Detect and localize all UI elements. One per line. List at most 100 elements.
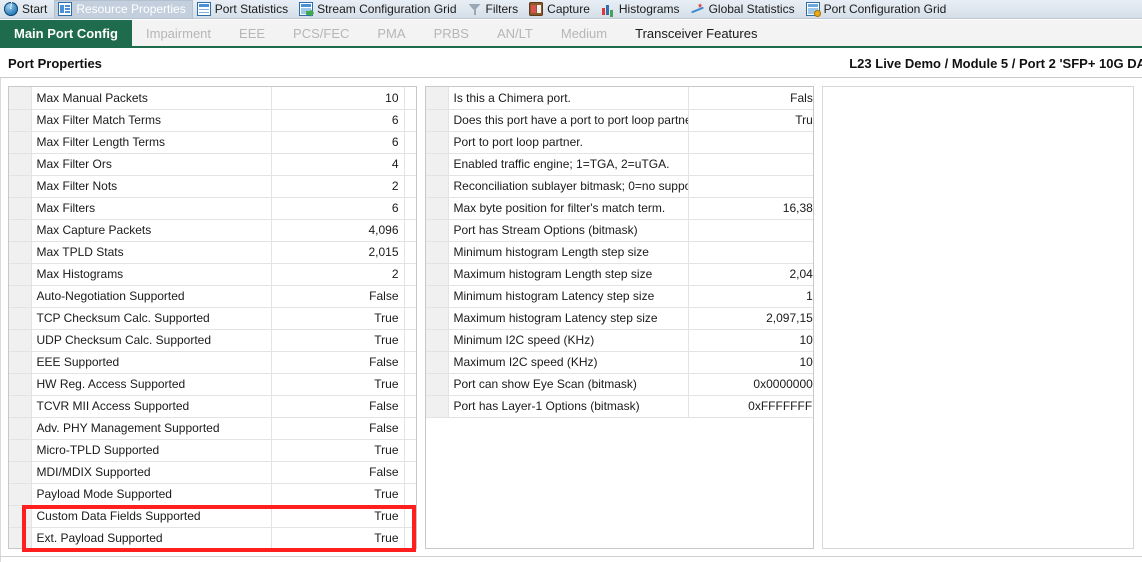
table-row[interactable]: Maximum I2C speed (KHz)100 xyxy=(426,351,813,374)
property-value-cell[interactable]: True xyxy=(271,483,405,506)
toolbar-item-stream-configuration-grid[interactable]: Stream Configuration Grid xyxy=(295,0,463,19)
property-value-cell[interactable]: True xyxy=(271,307,405,330)
row-selector-cell[interactable] xyxy=(9,307,32,330)
property-value-cell[interactable]: 3 xyxy=(688,131,813,154)
table-row[interactable]: Max Filter Ors 4 xyxy=(9,153,416,176)
table-row[interactable]: TCVR MII Access Supported False xyxy=(9,395,416,418)
table-row[interactable]: Micro-TPLD Supported True xyxy=(9,439,416,462)
table-row[interactable]: Custom Data Fields Supported True xyxy=(9,505,416,528)
property-value-cell[interactable]: 6 xyxy=(271,109,405,132)
row-selector-cell[interactable] xyxy=(426,263,449,286)
table-row[interactable]: Max Manual Packets 10 xyxy=(9,87,416,110)
table-row[interactable]: UDP Checksum Calc. Supported True xyxy=(9,329,416,352)
port-properties-grid-empty[interactable] xyxy=(822,86,1134,549)
table-row[interactable]: Maximum histogram Length step size2,048 xyxy=(426,263,813,286)
row-selector-cell[interactable] xyxy=(9,153,32,176)
property-value-cell[interactable]: 2 xyxy=(271,263,405,286)
table-row[interactable]: Max Filter Length Terms 6 xyxy=(9,131,416,154)
table-row[interactable]: Max Filter Match Terms 6 xyxy=(9,109,416,132)
toolbar-item-capture[interactable]: Capture xyxy=(525,0,597,19)
table-row[interactable]: Reconciliation sublayer bitmask; 0=no su… xyxy=(426,175,813,198)
property-value-cell[interactable]: 16,384 xyxy=(688,197,813,220)
row-selector-cell[interactable] xyxy=(9,351,32,374)
property-value-cell[interactable]: 100 xyxy=(688,351,813,374)
property-value-cell[interactable]: False xyxy=(271,285,405,308)
table-row[interactable]: TCP Checksum Calc. Supported True xyxy=(9,307,416,330)
row-selector-cell[interactable] xyxy=(9,109,32,132)
property-value-cell[interactable]: 2,015 xyxy=(271,241,405,264)
property-value-cell[interactable]: False xyxy=(271,461,405,484)
table-row[interactable]: Max TPLD Stats 2,015 xyxy=(9,241,416,264)
toolbar-item-resource-properties[interactable]: Resource Properties xyxy=(54,0,193,19)
property-value-cell[interactable]: 2 xyxy=(271,175,405,198)
table-row[interactable]: Max Filter Nots 2 xyxy=(9,175,416,198)
table-row[interactable]: Auto-Negotiation Supported False xyxy=(9,285,416,308)
row-selector-cell[interactable] xyxy=(426,373,449,396)
row-selector-cell[interactable] xyxy=(426,87,449,110)
toolbar-item-filters[interactable]: Filters xyxy=(464,0,526,19)
row-selector-cell[interactable] xyxy=(426,329,449,352)
table-row[interactable]: Is this a Chimera port.False xyxy=(426,87,813,110)
table-row[interactable]: Minimum histogram Length step size1 xyxy=(426,241,813,264)
toolbar-item-global-statistics[interactable]: Global Statistics xyxy=(687,0,802,19)
table-row[interactable]: EEE Supported False xyxy=(9,351,416,374)
row-selector-cell[interactable] xyxy=(426,351,449,374)
property-value-cell[interactable]: False xyxy=(271,351,405,374)
table-row[interactable]: MDI/MDIX Supported False xyxy=(9,461,416,484)
property-value-cell[interactable]: True xyxy=(271,329,405,352)
tab-main-port-config[interactable]: Main Port Config xyxy=(0,20,132,46)
row-selector-cell[interactable] xyxy=(9,373,32,396)
property-value-cell[interactable]: 1 xyxy=(688,153,813,176)
row-selector-cell[interactable] xyxy=(9,241,32,264)
row-selector-cell[interactable] xyxy=(426,395,449,418)
property-value-cell[interactable]: True xyxy=(688,109,813,132)
table-row[interactable]: Enabled traffic engine; 1=TGA, 2=uTGA.1 xyxy=(426,153,813,176)
toolbar-item-histograms[interactable]: Histograms xyxy=(597,0,687,19)
table-row[interactable]: Maximum histogram Latency step size 2,097… xyxy=(426,307,813,330)
property-value-cell[interactable]: 0 xyxy=(688,175,813,198)
property-value-cell[interactable]: 16 xyxy=(688,285,813,308)
row-selector-cell[interactable] xyxy=(426,175,449,198)
table-row[interactable]: Port can show Eye Scan (bitmask) 0x000000… xyxy=(426,373,813,396)
property-value-cell[interactable]: 0x00000000 xyxy=(688,373,813,396)
property-value-cell[interactable]: 0xFFFFFFFF xyxy=(688,395,813,418)
property-value-cell[interactable]: 4 xyxy=(271,153,405,176)
table-row[interactable]: Port to port loop partner.3 xyxy=(426,131,813,154)
property-value-cell[interactable]: 4,096 xyxy=(271,219,405,242)
row-selector-cell[interactable] xyxy=(426,153,449,176)
table-row[interactable]: Max Capture Packets 4,096 xyxy=(9,219,416,242)
row-selector-cell[interactable] xyxy=(9,197,32,220)
property-value-cell[interactable]: 2,048 xyxy=(688,263,813,286)
port-properties-grid-right[interactable]: Is this a Chimera port.FalseDoes this po… xyxy=(425,86,814,549)
property-value-cell[interactable]: True xyxy=(271,373,405,396)
property-value-cell[interactable]: True xyxy=(271,439,405,462)
row-selector-cell[interactable] xyxy=(9,87,32,110)
property-value-cell[interactable]: 3 xyxy=(688,219,813,242)
row-selector-cell[interactable] xyxy=(9,395,32,418)
table-row[interactable]: Minimum I2C speed (KHz)100 xyxy=(426,329,813,352)
property-value-cell[interactable]: False xyxy=(271,417,405,440)
table-row[interactable]: Adv. PHY Management Supported False xyxy=(9,417,416,440)
row-selector-cell[interactable] xyxy=(9,417,32,440)
property-value-cell[interactable]: 2,097,152 xyxy=(688,307,813,330)
property-value-cell[interactable]: 10 xyxy=(271,87,405,110)
table-row[interactable]: Max byte position for filter's match ter… xyxy=(426,197,813,220)
row-selector-cell[interactable] xyxy=(9,263,32,286)
row-selector-cell[interactable] xyxy=(9,131,32,154)
table-row[interactable]: Minimum histogram Latency step size16 xyxy=(426,285,813,308)
port-properties-grid-left[interactable]: Max Manual Packets 10 Max Filter Match Ter… xyxy=(8,86,417,549)
table-row[interactable]: Max Histograms 2 xyxy=(9,263,416,286)
row-selector-cell[interactable] xyxy=(9,329,32,352)
row-selector-cell[interactable] xyxy=(426,307,449,330)
property-value-cell[interactable]: 6 xyxy=(271,197,405,220)
property-value-cell[interactable]: False xyxy=(688,87,813,110)
table-row[interactable]: Does this port have a port to port loop … xyxy=(426,109,813,132)
row-selector-cell[interactable] xyxy=(426,131,449,154)
property-value-cell[interactable]: True xyxy=(271,505,405,528)
row-selector-cell[interactable] xyxy=(9,483,32,506)
table-row[interactable]: Payload Mode Supported True xyxy=(9,483,416,506)
table-row[interactable]: Max Filters 6 xyxy=(9,197,416,220)
row-selector-cell[interactable] xyxy=(9,439,32,462)
toolbar-item-port-statistics[interactable]: Port Statistics xyxy=(193,0,295,19)
property-value-cell[interactable]: 6 xyxy=(271,131,405,154)
